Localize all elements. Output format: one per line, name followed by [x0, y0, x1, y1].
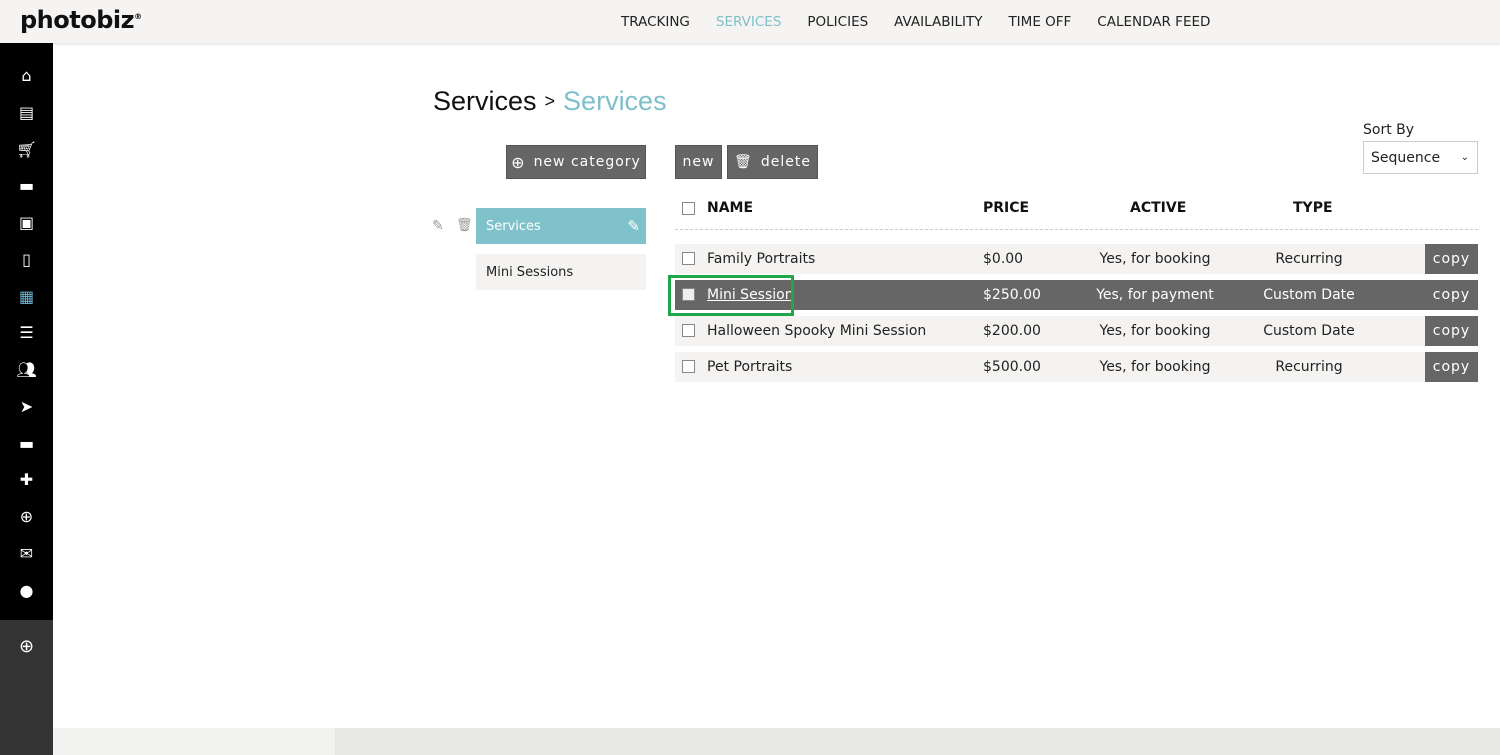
new-category-button[interactable]: ⊕ new category — [506, 145, 646, 179]
service-active: Yes, for payment — [1096, 287, 1214, 303]
select-all-checkbox[interactable] — [682, 202, 695, 215]
delete-button[interactable]: 🗑︎ delete — [727, 145, 818, 179]
contacts-icon[interactable]: 👥︎ — [0, 360, 53, 380]
highlight-box — [668, 275, 794, 316]
chat-icon[interactable]: ▬ — [0, 176, 53, 196]
row-checkbox[interactable] — [682, 324, 695, 337]
service-active: Yes, for booking — [1099, 251, 1211, 267]
service-active: Yes, for booking — [1099, 359, 1211, 375]
row-checkbox[interactable] — [682, 360, 695, 373]
table-row[interactable]: Pet Portraits $500.00 Yes, for booking R… — [675, 352, 1478, 382]
photobiz-logo[interactable]: photobiz® — [20, 6, 142, 34]
breadcrumb-separator: > — [544, 91, 556, 111]
nav-tracking[interactable]: TRACKING — [621, 14, 690, 30]
sort-value: Sequence — [1371, 149, 1441, 166]
table-row[interactable]: Family Portraits $0.00 Yes, for booking … — [675, 244, 1478, 274]
category-label: Mini Sessions — [486, 264, 574, 280]
nav-services[interactable]: SERVICES — [716, 14, 781, 30]
footer-right — [335, 728, 1500, 755]
service-type: Custom Date — [1263, 287, 1355, 303]
calendar-icon[interactable]: ▦ — [0, 287, 53, 307]
logo-text: photobiz — [20, 6, 135, 34]
service-type: Recurring — [1275, 251, 1343, 267]
nav-availability[interactable]: AVAILABILITY — [894, 14, 982, 30]
header-active[interactable]: ACTIVE — [1130, 200, 1186, 216]
edit-icon[interactable]: ✎ — [627, 217, 640, 235]
edit-icon[interactable]: ✎ — [432, 218, 444, 234]
service-type: Recurring — [1275, 359, 1343, 375]
trash-icon[interactable]: 🗑︎ — [456, 218, 473, 233]
chevron-down-icon: ⌄ — [1460, 152, 1469, 163]
header-type[interactable]: TYPE — [1293, 200, 1333, 216]
breadcrumb-parent[interactable]: Services — [433, 86, 537, 116]
copy-button[interactable]: copy — [1425, 316, 1478, 346]
add-icon[interactable]: ⊕ — [0, 637, 53, 657]
service-price: $200.00 — [983, 323, 1041, 339]
top-bar: photobiz® TRACKING SERVICES POLICIES AVA… — [0, 0, 1500, 43]
category-label: Services — [486, 218, 541, 234]
sort-by-select[interactable]: Sequence ⌄ — [1363, 141, 1478, 174]
header-divider — [675, 229, 1478, 230]
category-item-services[interactable]: Services ✎ — [476, 208, 646, 244]
plus-circle-icon: ⊕ — [511, 152, 526, 172]
home-icon[interactable]: ⌂ — [0, 66, 53, 86]
globe-icon[interactable]: ⊕ — [0, 507, 53, 527]
service-active: Yes, for booking — [1099, 323, 1211, 339]
puzzle-icon[interactable]: ✚ — [0, 470, 53, 490]
invoice-icon[interactable]: ▯ — [0, 250, 53, 270]
table-row[interactable]: Halloween Spooky Mini Session $200.00 Ye… — [675, 316, 1478, 346]
folder-icon[interactable]: ▬ — [0, 434, 53, 454]
footer-left — [53, 728, 335, 755]
send-icon[interactable]: ➤ — [0, 397, 53, 417]
service-type: Custom Date — [1263, 323, 1355, 339]
cart-icon[interactable]: 🛒︎ — [0, 140, 53, 160]
website-icon[interactable]: ▤ — [0, 103, 53, 123]
table-row[interactable]: Mini Session $250.00 Yes, for payment Cu… — [675, 280, 1478, 310]
header-price[interactable]: PRICE — [983, 200, 1029, 216]
nav-policies[interactable]: POLICIES — [807, 14, 868, 30]
row-checkbox[interactable] — [682, 252, 695, 265]
service-price: $250.00 — [983, 287, 1041, 303]
nav-calendar-feed[interactable]: CALENDAR FEED — [1097, 14, 1210, 30]
service-price: $500.00 — [983, 359, 1041, 375]
service-price: $0.00 — [983, 251, 1024, 267]
header-name[interactable]: NAME — [707, 200, 753, 216]
delete-label: delete — [760, 154, 811, 170]
new-category-label: new category — [533, 154, 641, 170]
new-button[interactable]: new — [675, 145, 722, 179]
copy-button[interactable]: copy — [1425, 244, 1478, 274]
mail-icon[interactable]: ✉ — [0, 544, 53, 564]
account-icon[interactable]: ● — [0, 581, 53, 601]
copy-button[interactable]: copy — [1425, 280, 1478, 310]
top-nav: TRACKING SERVICES POLICIES AVAILABILITY … — [608, 0, 1223, 43]
copy-button[interactable]: copy — [1425, 352, 1478, 382]
category-item-mini-sessions[interactable]: Mini Sessions — [476, 254, 646, 290]
service-name[interactable]: Pet Portraits — [707, 359, 792, 375]
breadcrumb: Services > Services — [433, 86, 667, 117]
nav-time-off[interactable]: TIME OFF — [1008, 14, 1071, 30]
sort-by-label: Sort By — [1363, 122, 1415, 138]
list-icon[interactable]: ☰ — [0, 323, 53, 343]
service-name[interactable]: Family Portraits — [707, 251, 815, 267]
breadcrumb-current: Services — [563, 86, 667, 116]
gallery-icon[interactable]: ▣ — [0, 213, 53, 233]
trash-icon: 🗑︎ — [734, 154, 753, 170]
service-name[interactable]: Halloween Spooky Mini Session — [707, 323, 926, 339]
